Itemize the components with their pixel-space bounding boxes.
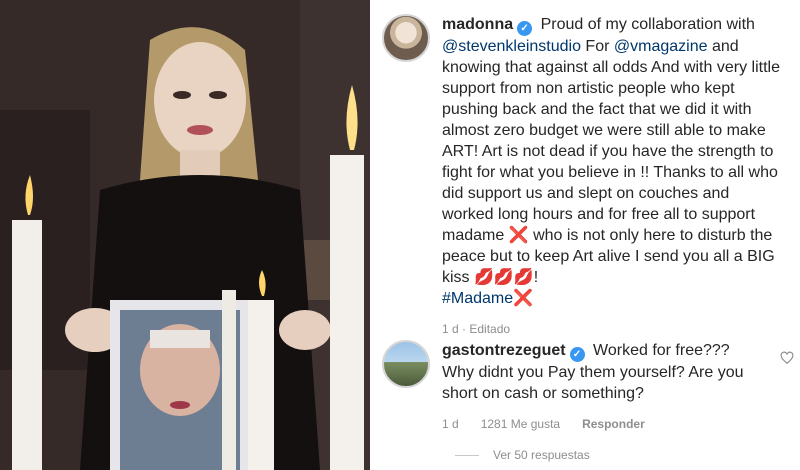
comment-meta: 1 d 1281 Me gusta Responder <box>442 414 762 435</box>
caption-part-3: and knowing that against all odds And wi… <box>442 38 780 244</box>
like-heart-icon[interactable] <box>780 351 794 365</box>
view-replies-button[interactable]: Ver 50 respuestas <box>455 448 590 462</box>
post-time[interactable]: 1 d <box>442 322 459 336</box>
comments-panel: madonna ✓ Proud of my collaboration with … <box>370 0 800 470</box>
caption-part-2: For <box>580 38 614 55</box>
verified-badge-icon: ✓ <box>517 21 533 36</box>
avatar-madonna[interactable] <box>382 14 430 62</box>
post-photo-art <box>0 0 370 470</box>
comment-item: gastontrezeguet ✓ Worked for free??? Why … <box>382 340 792 435</box>
post-caption: madonna ✓ Proud of my collaboration with … <box>382 14 792 340</box>
username-gastontrezeguet[interactable]: gastontrezeguet <box>442 342 566 359</box>
comment-text: gastontrezeguet ✓ Worked for free??? Why … <box>442 340 762 435</box>
post-edited: Editado <box>469 322 511 336</box>
post-photo[interactable] <box>0 0 370 470</box>
red-x-icon: ❌ <box>513 290 534 307</box>
caption-part-1: Proud of my collaboration with <box>540 16 755 33</box>
kiss-lips-icon: 💋💋💋 <box>474 269 534 286</box>
view-replies-label: Ver 50 respuestas <box>493 448 590 462</box>
avatar-gastontrezeguet[interactable] <box>382 340 430 388</box>
replies-divider <box>455 454 479 456</box>
caption-text: madonna ✓ Proud of my collaboration with … <box>442 14 782 340</box>
comment-time[interactable]: 1 d <box>442 414 459 435</box>
mention-vmagazine[interactable]: @vmagazine <box>614 38 708 55</box>
caption-part-5: ! <box>533 269 539 286</box>
red-x-icon: ❌ <box>508 227 529 244</box>
post-meta: 1 d · Editado <box>442 322 511 336</box>
comment-likes[interactable]: 1281 Me gusta <box>481 414 560 435</box>
hashtag-madame[interactable]: #Madame <box>442 290 513 307</box>
username-madonna[interactable]: madonna <box>442 16 513 33</box>
reply-button[interactable]: Responder <box>582 414 645 435</box>
verified-badge-icon: ✓ <box>569 347 585 362</box>
mention-stevenkleinstudio[interactable]: @stevenkleinstudio <box>442 38 581 55</box>
